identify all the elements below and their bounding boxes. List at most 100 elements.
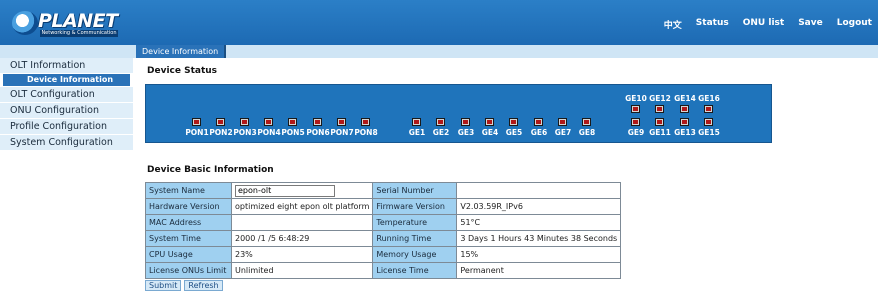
pon5-port-icon[interactable] <box>288 118 297 126</box>
pon7-port-icon[interactable] <box>337 118 346 126</box>
table-row: System Time 2000 /1 /5 6:48:29 Running T… <box>145 230 622 247</box>
sidebar-item-olt-information[interactable]: OLT Information <box>0 58 133 74</box>
tab-device-information[interactable]: Device Information <box>136 45 227 58</box>
ge-upper-2-label: GE12 <box>649 94 671 103</box>
ge-upper-2-port-icon[interactable] <box>655 105 664 113</box>
pon2-port-icon[interactable] <box>216 118 225 126</box>
pon8-port-icon[interactable] <box>361 118 370 126</box>
ge8-label: GE8 <box>578 128 596 137</box>
memory-usage-label: Memory Usage <box>372 246 458 263</box>
ge-upper-4-label: GE16 <box>698 94 720 103</box>
ge2-port-icon[interactable] <box>436 118 445 126</box>
temperature-label: Temperature <box>372 214 458 231</box>
table-row: Hardware Version optimized eight epon ol… <box>145 198 622 215</box>
ge7-port-icon[interactable] <box>558 118 567 126</box>
ge1-label: GE1 <box>408 128 426 137</box>
ge-lower-3-label: GE13 <box>674 128 696 137</box>
system-name-label: System Name <box>145 182 232 199</box>
mac-address-label: MAC Address <box>145 214 232 231</box>
ge-lower-4-label: GE15 <box>698 128 720 137</box>
license-onus-label: License ONUs Limit <box>145 262 232 279</box>
ge3-port-icon[interactable] <box>461 118 470 126</box>
planet-logo[interactable]: PLANET Networking & Communication <box>12 8 120 38</box>
ge-upper-4-port-icon[interactable] <box>704 105 713 113</box>
nav-language[interactable]: 中文 <box>664 18 682 31</box>
nav-save[interactable]: Save <box>798 18 823 31</box>
nav-onu-list[interactable]: ONU list <box>743 18 784 31</box>
license-time-label: License Time <box>372 262 458 279</box>
hardware-version-label: Hardware Version <box>145 198 232 215</box>
system-time-value: 2000 /1 /5 6:48:29 <box>230 230 374 247</box>
ge-lower-2-port-icon[interactable] <box>655 118 664 126</box>
sidebar-item-system-configuration[interactable]: System Configuration <box>0 135 133 151</box>
submit-button[interactable]: Submit <box>145 280 182 291</box>
firmware-version-value: V2.03.59R_IPv6 <box>456 198 622 215</box>
sidebar-item-profile-configuration[interactable]: Profile Configuration <box>0 119 133 135</box>
pon3-port-icon[interactable] <box>240 118 249 126</box>
serial-number-label: Serial Number <box>372 182 458 199</box>
top-nav: 中文 Status ONU list Save Logout <box>664 18 872 31</box>
system-name-input[interactable] <box>235 184 335 197</box>
ge3-label: GE3 <box>457 128 475 137</box>
pon4-label: PON4 <box>257 128 281 137</box>
ge8-port-icon[interactable] <box>582 118 591 126</box>
sidebar-item-onu-configuration[interactable]: ONU Configuration <box>0 103 133 119</box>
form-buttons: Submit Refresh <box>145 280 223 291</box>
license-onus-value: Unlimited <box>230 262 374 279</box>
pon8-label: PON8 <box>354 128 378 137</box>
memory-usage-value: 15% <box>456 246 622 263</box>
ge2-label: GE2 <box>432 128 450 137</box>
ge5-label: GE5 <box>505 128 523 137</box>
table-row: System Name Serial Number <box>145 182 622 199</box>
table-row: MAC Address Temperature 51°C <box>145 214 622 231</box>
refresh-button[interactable]: Refresh <box>184 280 223 291</box>
system-name-cell <box>230 182 374 199</box>
ge-lower-4-port-icon[interactable] <box>704 118 713 126</box>
ge5-port-icon[interactable] <box>509 118 518 126</box>
ge6-label: GE6 <box>530 128 548 137</box>
hardware-version-value: optimized eight epon olt platform <box>230 198 374 215</box>
device-status-title: Device Status <box>147 66 218 76</box>
ge-upper-3-label: GE14 <box>674 94 696 103</box>
pon6-label: PON6 <box>306 128 330 137</box>
system-time-label: System Time <box>145 230 232 247</box>
basic-info-title: Device Basic Information <box>147 165 274 175</box>
pon4-port-icon[interactable] <box>264 118 273 126</box>
tab-strip: Device Information <box>0 45 878 58</box>
pon7-label: PON7 <box>330 128 354 137</box>
sidebar-item-olt-configuration[interactable]: OLT Configuration <box>0 87 133 103</box>
ge4-port-icon[interactable] <box>485 118 494 126</box>
nav-status[interactable]: Status <box>696 18 729 31</box>
sidebar-subitem-device-information[interactable]: Device Information <box>3 74 130 86</box>
ge-lower-2-label: GE11 <box>649 128 671 137</box>
cpu-usage-label: CPU Usage <box>145 246 232 263</box>
ge-upper-1-label: GE10 <box>625 94 647 103</box>
pon3-label: PON3 <box>233 128 257 137</box>
pon1-port-icon[interactable] <box>192 118 201 126</box>
brand-name: PLANET <box>38 10 118 32</box>
license-time-value: Permanent <box>456 262 622 279</box>
mac-address-value <box>230 214 374 231</box>
ge-lower-1-label: GE9 <box>627 128 645 137</box>
brand-tagline: Networking & Communication <box>40 30 118 37</box>
basic-info-table: System Name Serial Number Hardware Versi… <box>145 182 622 279</box>
firmware-version-label: Firmware Version <box>372 198 458 215</box>
pon5-label: PON5 <box>281 128 305 137</box>
ge-lower-3-port-icon[interactable] <box>680 118 689 126</box>
pon1-label: PON1 <box>185 128 209 137</box>
serial-number-value <box>456 182 622 199</box>
ge1-port-icon[interactable] <box>412 118 421 126</box>
planet-globe-icon <box>12 11 38 35</box>
cpu-usage-value: 23% <box>230 246 374 263</box>
device-status-panel: PON1 PON2 PON3 PON4 PON5 PON6 PON7 PON8 GE1 GE2 GE… <box>145 84 772 143</box>
ge4-label: GE4 <box>481 128 499 137</box>
ge-lower-1-port-icon[interactable] <box>631 118 640 126</box>
ge6-port-icon[interactable] <box>534 118 543 126</box>
table-row: CPU Usage 23% Memory Usage 15% <box>145 246 622 263</box>
nav-logout[interactable]: Logout <box>837 18 872 31</box>
pon6-port-icon[interactable] <box>313 118 322 126</box>
ge-upper-3-port-icon[interactable] <box>680 105 689 113</box>
running-time-value: 3 Days 1 Hours 43 Minutes 38 Seconds <box>456 230 622 247</box>
ge-upper-1-port-icon[interactable] <box>631 105 640 113</box>
header-bar: PLANET Networking & Communication 中文 Sta… <box>0 0 878 45</box>
